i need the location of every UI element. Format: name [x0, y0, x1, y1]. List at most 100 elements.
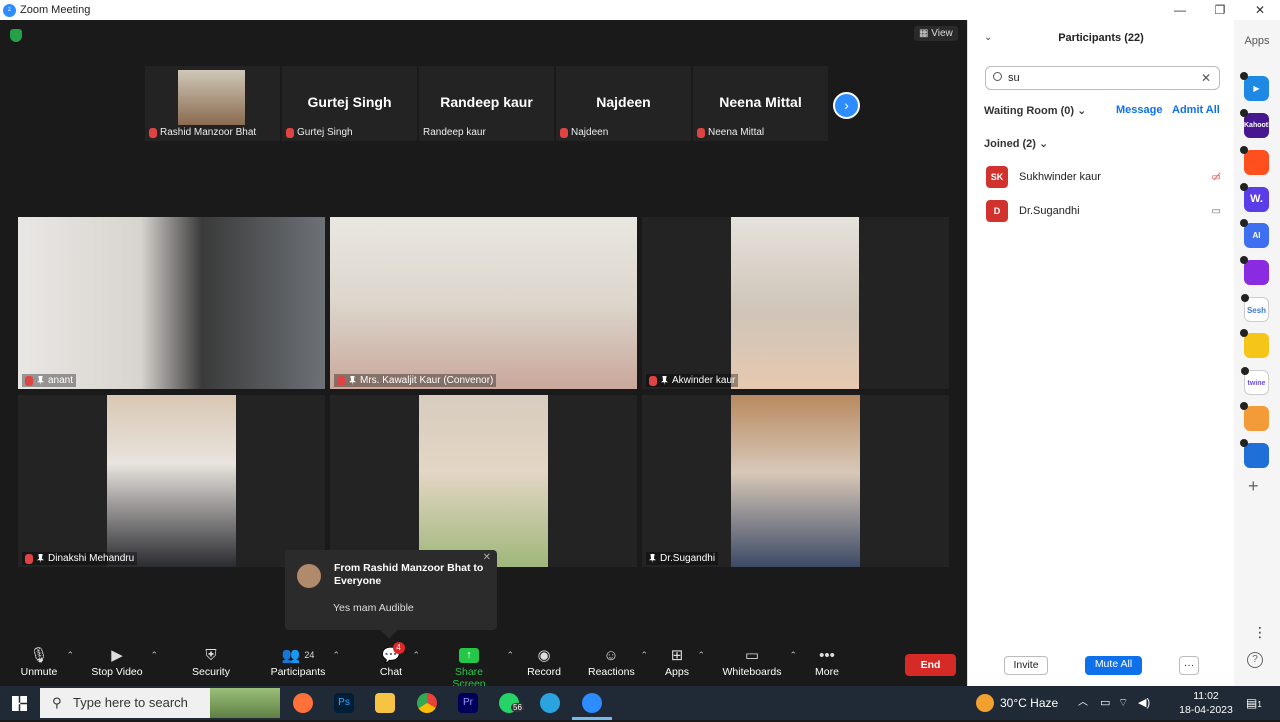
sender-avatar — [297, 564, 321, 588]
volume-icon[interactable]: ◀) — [1138, 686, 1150, 720]
zoom-taskbar-icon[interactable] — [582, 693, 602, 713]
twine-app-icon[interactable]: twine — [1241, 367, 1269, 395]
chevron-up-icon[interactable]: ⌃ — [332, 650, 340, 661]
message-link[interactable]: Message — [1116, 104, 1162, 116]
strip-tile[interactable]: Rashid Manzoor Bhat — [145, 66, 280, 141]
admit-all-link[interactable]: Admit All — [1172, 104, 1220, 116]
participant-name: Rashid Manzoor Bhat — [160, 127, 257, 138]
next-page-arrow-icon[interactable]: › — [833, 92, 860, 119]
app-label: Sesh — [1246, 306, 1267, 315]
chevron-up-icon[interactable]: ︿ — [1078, 686, 1088, 720]
apps-grid-icon: ⊞ — [670, 647, 684, 664]
firefox-icon[interactable] — [293, 693, 313, 713]
participants-panel: ⌄ Participants (22) su ✕ Waiting Room (0… — [967, 20, 1234, 686]
unmute-button[interactable]: 🎙 Unmute ⌃ — [18, 644, 74, 678]
reactions-button[interactable]: ☺ Reactions ⌃ — [588, 644, 648, 679]
taskbar-search-input[interactable]: ⚲ Type here to search — [40, 688, 280, 718]
chevron-up-icon[interactable]: ⌃ — [697, 650, 705, 661]
strip-tile[interactable]: Gurtej Singh Gurtej Singh — [282, 66, 417, 141]
reactions-label: Reactions — [588, 666, 635, 678]
network-icon[interactable]: ▭ — [1100, 686, 1110, 720]
video-tile[interactable] — [330, 395, 637, 567]
close-icon[interactable]: ✕ — [483, 552, 491, 563]
chrome-icon[interactable] — [417, 693, 437, 713]
telegram-icon[interactable] — [540, 693, 560, 713]
apps-button[interactable]: ⊞ Apps ⌃ — [663, 644, 705, 678]
weather-text[interactable]: 30°C Haze — [1000, 686, 1058, 720]
add-icon — [1240, 256, 1248, 264]
sesh-app-icon[interactable]: Sesh — [1241, 294, 1269, 322]
chevron-up-icon[interactable]: ⌃ — [66, 650, 74, 661]
view-button[interactable]: ▦ View — [914, 26, 958, 41]
strip-tile[interactable]: Neena Mittal Neena Mittal — [693, 66, 828, 141]
whiteboards-button[interactable]: ▭ Whiteboards ⌃ — [721, 644, 797, 678]
help-icon[interactable]: ? — [1247, 652, 1263, 668]
taskbar-clock[interactable]: 11:02 18-04-2023 — [1172, 689, 1240, 717]
participants-button[interactable]: 👥 24 Participants ⌃ — [270, 644, 340, 678]
chevron-up-icon[interactable]: ⌃ — [150, 650, 158, 661]
zoom-logo-icon: z — [3, 3, 16, 17]
waiting-room-toggle[interactable]: Waiting Room (0) ⌄ — [984, 104, 1086, 117]
share-screen-button[interactable]: ↑ Share Screen ⌃ — [438, 644, 514, 690]
stop-video-button[interactable]: ▶ Stop Video ⌃ — [90, 644, 158, 678]
strip-tile[interactable]: Najdeen Najdeen — [556, 66, 691, 141]
whatsapp-icon[interactable]: 56 — [499, 693, 524, 713]
clear-search-icon[interactable]: ✕ — [1201, 67, 1211, 89]
minimize-button[interactable]: — — [1160, 3, 1200, 17]
search-highlight-image — [210, 688, 280, 718]
video-feed — [330, 217, 637, 389]
video-tile[interactable]: Dinakshi Mehandru — [18, 395, 325, 567]
app-icon[interactable] — [1240, 439, 1269, 468]
app-icon[interactable] — [1240, 256, 1269, 285]
record-button[interactable]: ◉ Record — [526, 644, 562, 678]
encryption-shield-icon[interactable] — [10, 29, 22, 42]
close-button[interactable]: ✕ — [1240, 3, 1280, 17]
security-button[interactable]: ⛨ Security — [190, 644, 232, 679]
app-icon[interactable] — [1240, 146, 1269, 175]
add-app-icon[interactable]: + — [1248, 476, 1259, 497]
joined-toggle[interactable]: Joined (2) ⌄ — [984, 137, 1048, 150]
participant-name: Neena Mittal — [708, 127, 765, 138]
more-vertical-icon[interactable]: ⋮ — [1253, 624, 1267, 641]
video-tile[interactable]: Akwinder kaur — [642, 217, 949, 389]
strip-tile[interactable]: Randeep kaur Randeep kaur — [419, 66, 554, 141]
end-meeting-button[interactable]: End — [905, 654, 956, 676]
notification-center-icon[interactable]: ▤1 — [1246, 686, 1262, 722]
participant-search-input[interactable]: su ✕ — [985, 66, 1220, 90]
premiere-pro-icon[interactable]: Pr — [458, 693, 478, 713]
chevron-up-icon[interactable]: ⌃ — [506, 650, 514, 661]
invite-button[interactable]: Invite — [1004, 656, 1048, 675]
more-button[interactable]: ••• More — [812, 644, 842, 679]
chevron-up-icon[interactable]: ⌃ — [412, 650, 420, 661]
participant-row[interactable]: D Dr.Sugandhi ▭ — [986, 200, 1221, 222]
search-icon: ⚲ — [52, 695, 62, 710]
app-icon[interactable]: W. — [1240, 183, 1269, 212]
participant-row[interactable]: SK Sukhwinder kaur ▭̸ — [986, 166, 1221, 188]
chat-notification[interactable]: From Rashid Manzoor Bhat to Everyone Yes… — [285, 550, 497, 639]
mute-all-button[interactable]: Mute All — [1085, 656, 1142, 675]
app-icon[interactable] — [1240, 329, 1269, 358]
view-label: View — [931, 28, 953, 39]
whatsapp-badge: 56 — [511, 703, 524, 712]
maximize-button[interactable]: ❐ — [1200, 3, 1240, 17]
add-icon — [1240, 329, 1248, 337]
chevron-up-icon[interactable]: ⌃ — [640, 650, 648, 661]
chevron-up-icon[interactable]: ⌃ — [789, 650, 797, 661]
ai-app-icon[interactable]: AI — [1240, 219, 1269, 248]
app-icon[interactable]: ▶ — [1240, 72, 1269, 101]
video-tile[interactable]: Mrs. Kawaljit Kaur (Convenor) — [330, 217, 637, 389]
add-icon — [1240, 219, 1248, 227]
video-tile[interactable]: anant — [18, 217, 325, 389]
record-label: Record — [527, 666, 561, 678]
kahoot-app-icon[interactable]: Kahoot! — [1240, 109, 1270, 138]
more-options-button[interactable]: ··· — [1179, 656, 1199, 675]
video-feed — [731, 217, 859, 389]
windows-start-icon[interactable] — [12, 696, 27, 711]
search-icon — [993, 72, 1002, 81]
app-icon[interactable] — [1240, 402, 1269, 431]
chat-button[interactable]: 💬 4 Chat ⌃ — [376, 642, 420, 678]
photoshop-icon[interactable]: Ps — [334, 693, 354, 713]
file-explorer-icon[interactable] — [375, 693, 395, 713]
video-tile[interactable]: Dr.Sugandhi — [642, 395, 949, 567]
wifi-icon[interactable]: ⌔ — [1118, 686, 1128, 720]
